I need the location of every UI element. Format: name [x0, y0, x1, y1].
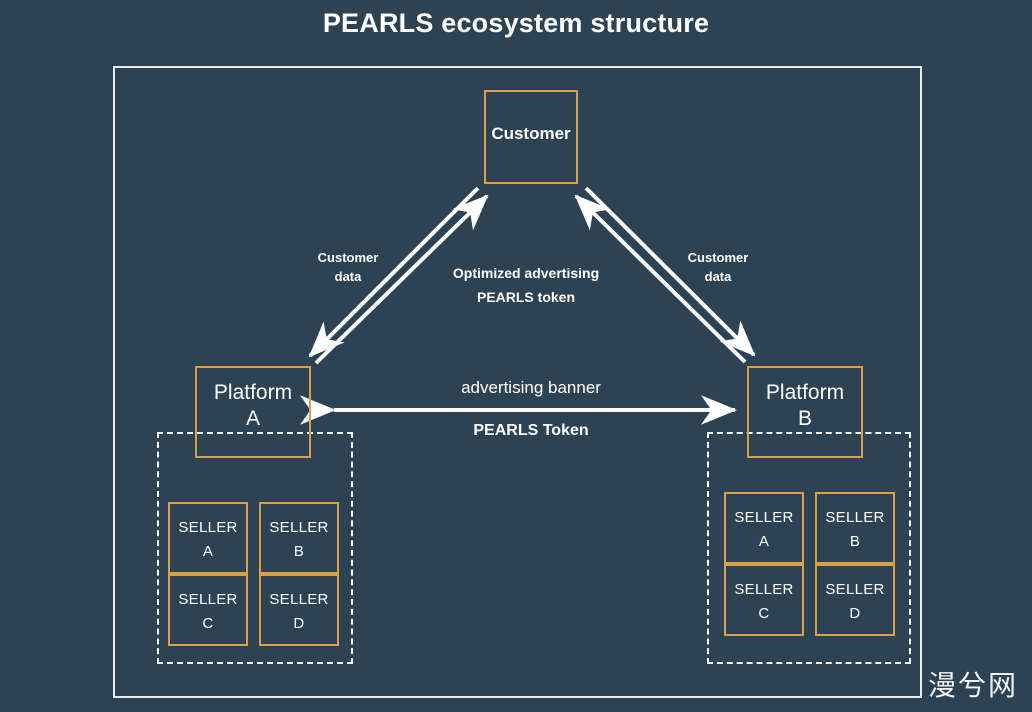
label-pearls-token-bottom: PEARLS Token	[473, 422, 589, 439]
node-seller-title: SELLER	[269, 591, 329, 608]
node-platform-a-sublabel: A	[245, 407, 260, 430]
node-seller-title: SELLER	[178, 591, 238, 608]
node-seller-title: SELLER	[825, 581, 885, 598]
node-seller-letter: B	[293, 543, 305, 560]
node-seller-b-right[interactable]: SELLER B	[815, 492, 895, 564]
node-seller-letter: D	[293, 615, 305, 632]
node-platform-a[interactable]: Platform A	[195, 366, 311, 458]
label-advertising-banner: advertising banner	[461, 378, 601, 397]
node-customer[interactable]: Customer	[484, 90, 578, 184]
node-seller-letter: A	[202, 543, 214, 560]
label-optimized-advertising: Optimized advertising	[452, 265, 600, 281]
node-seller-a-left[interactable]: SELLER A	[168, 502, 248, 574]
page-title: PEARLS ecosystem structure	[322, 8, 710, 38]
node-platform-b-label: Platform	[765, 381, 845, 404]
node-seller-a-right[interactable]: SELLER A	[724, 492, 804, 564]
node-seller-d-left[interactable]: SELLER D	[259, 574, 339, 646]
node-platform-a-label: Platform	[213, 381, 293, 404]
label-customer-data-right: Customer data	[687, 250, 749, 284]
node-seller-title: SELLER	[734, 581, 794, 598]
node-customer-label: Customer	[491, 124, 571, 143]
node-seller-c-left[interactable]: SELLER C	[168, 574, 248, 646]
node-seller-letter: C	[202, 615, 214, 632]
node-platform-b-sublabel: B	[797, 407, 812, 430]
watermark: 漫兮网	[927, 669, 1018, 702]
node-seller-title: SELLER	[269, 519, 329, 536]
node-seller-title: SELLER	[734, 509, 794, 526]
label-customer-data-left: Customer data	[317, 250, 379, 284]
node-seller-letter: A	[758, 533, 770, 550]
node-seller-c-right[interactable]: SELLER C	[724, 564, 804, 636]
node-seller-title: SELLER	[178, 519, 238, 536]
node-seller-title: SELLER	[825, 509, 885, 526]
diagram-canvas: PEARLS ecosystem structure Customer Plat…	[0, 0, 1032, 712]
label-pearls-token-center: PEARLS token	[476, 289, 575, 305]
node-platform-b[interactable]: Platform B	[747, 366, 863, 458]
node-seller-letter: B	[849, 533, 861, 550]
node-seller-b-left[interactable]: SELLER B	[259, 502, 339, 574]
node-seller-letter: C	[758, 605, 770, 622]
node-seller-d-right[interactable]: SELLER D	[815, 564, 895, 636]
node-seller-letter: D	[849, 605, 861, 622]
